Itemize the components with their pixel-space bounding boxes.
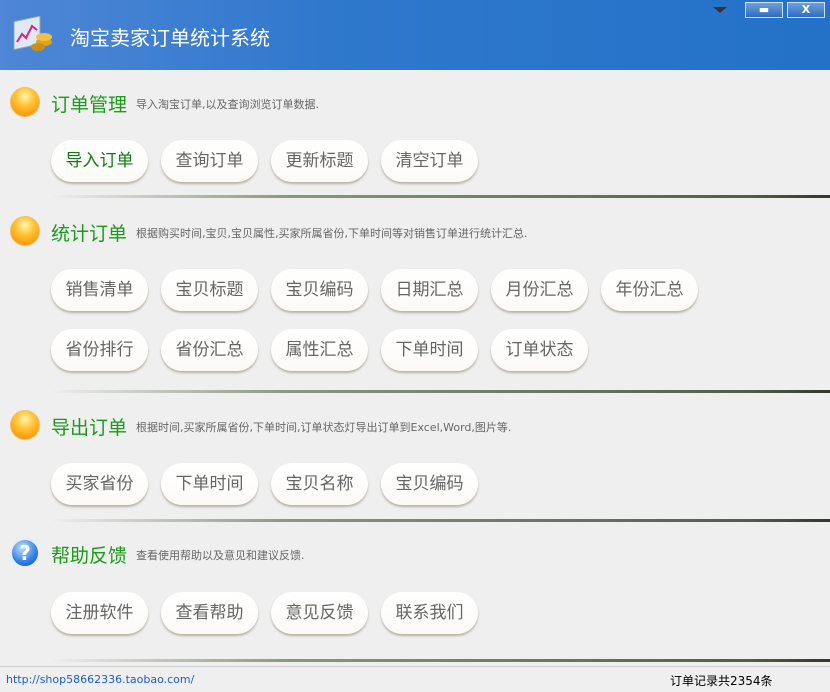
import-orders-button[interactable]: 导入订单 bbox=[51, 140, 148, 182]
item-title-button[interactable]: 宝贝标题 bbox=[161, 269, 258, 311]
query-orders-button[interactable]: 查询订单 bbox=[161, 140, 258, 182]
update-titles-button[interactable]: 更新标题 bbox=[271, 140, 368, 182]
daily-summary-button[interactable]: 日期汇总 bbox=[381, 269, 478, 311]
close-button[interactable]: X bbox=[787, 2, 825, 18]
shop-link[interactable]: http://shop58662336.taobao.com/ bbox=[6, 673, 194, 686]
minimize-button[interactable]: ▬ bbox=[745, 2, 783, 18]
section-description: 查看使用帮助以及意见和建议反馈. bbox=[136, 549, 305, 562]
divider bbox=[48, 519, 830, 522]
app-logo-icon bbox=[13, 16, 52, 51]
order-time-button[interactable]: 下单时间 bbox=[381, 329, 478, 371]
view-help-button[interactable]: 查看帮助 bbox=[161, 592, 258, 634]
feedback-button[interactable]: 意见反馈 bbox=[271, 592, 368, 634]
section-description: 根据购买时间,宝贝,宝贝属性,买家所属省份,下单时间等对销售订单进行统计汇总. bbox=[136, 227, 528, 240]
divider bbox=[48, 390, 830, 393]
section-title: 帮助反馈 bbox=[51, 545, 128, 567]
title-bar: 淘宝卖家订单统计系统 ▬ X bbox=[0, 0, 830, 70]
register-button[interactable]: 注册软件 bbox=[51, 592, 148, 634]
export-item-name-button[interactable]: 宝贝名称 bbox=[271, 463, 368, 505]
monthly-summary-button[interactable]: 月份汇总 bbox=[491, 269, 588, 311]
orange-ball-icon bbox=[10, 87, 40, 117]
section-description: 导入淘宝订单,以及查询浏览订单数据. bbox=[136, 98, 319, 111]
window-title: 淘宝卖家订单统计系统 bbox=[70, 26, 270, 50]
section-title: 订单管理 bbox=[51, 94, 128, 116]
menu-dropdown-icon[interactable] bbox=[713, 7, 727, 13]
contact-us-button[interactable]: 联系我们 bbox=[381, 592, 478, 634]
export-item-code-button[interactable]: 宝贝编码 bbox=[381, 463, 478, 505]
order-count: 订单记录共2354条 bbox=[670, 674, 773, 688]
orange-ball-icon bbox=[10, 410, 40, 440]
section-title: 统计订单 bbox=[51, 223, 128, 245]
section-title: 导出订单 bbox=[51, 417, 128, 439]
yearly-summary-button[interactable]: 年份汇总 bbox=[601, 269, 698, 311]
clear-orders-button[interactable]: 清空订单 bbox=[381, 140, 478, 182]
province-ranking-button[interactable]: 省份排行 bbox=[51, 329, 148, 371]
order-status-button[interactable]: 订单状态 bbox=[491, 329, 588, 371]
section-description: 根据时间,买家所属省份,下单时间,订单状态灯导出订单到Excel,Word,图片… bbox=[136, 421, 512, 434]
status-bar: http://shop58662336.taobao.com/ 订单记录共235… bbox=[0, 666, 830, 692]
attribute-summary-button[interactable]: 属性汇总 bbox=[271, 329, 368, 371]
export-buyer-province-button[interactable]: 买家省份 bbox=[51, 463, 148, 505]
orange-ball-icon bbox=[10, 216, 40, 246]
help-icon: ? bbox=[10, 538, 40, 568]
sales-list-button[interactable]: 销售清单 bbox=[51, 269, 148, 311]
item-code-button[interactable]: 宝贝编码 bbox=[271, 269, 368, 311]
province-summary-button[interactable]: 省份汇总 bbox=[161, 329, 258, 371]
divider bbox=[48, 195, 830, 198]
export-order-time-button[interactable]: 下单时间 bbox=[161, 463, 258, 505]
divider bbox=[48, 659, 830, 662]
